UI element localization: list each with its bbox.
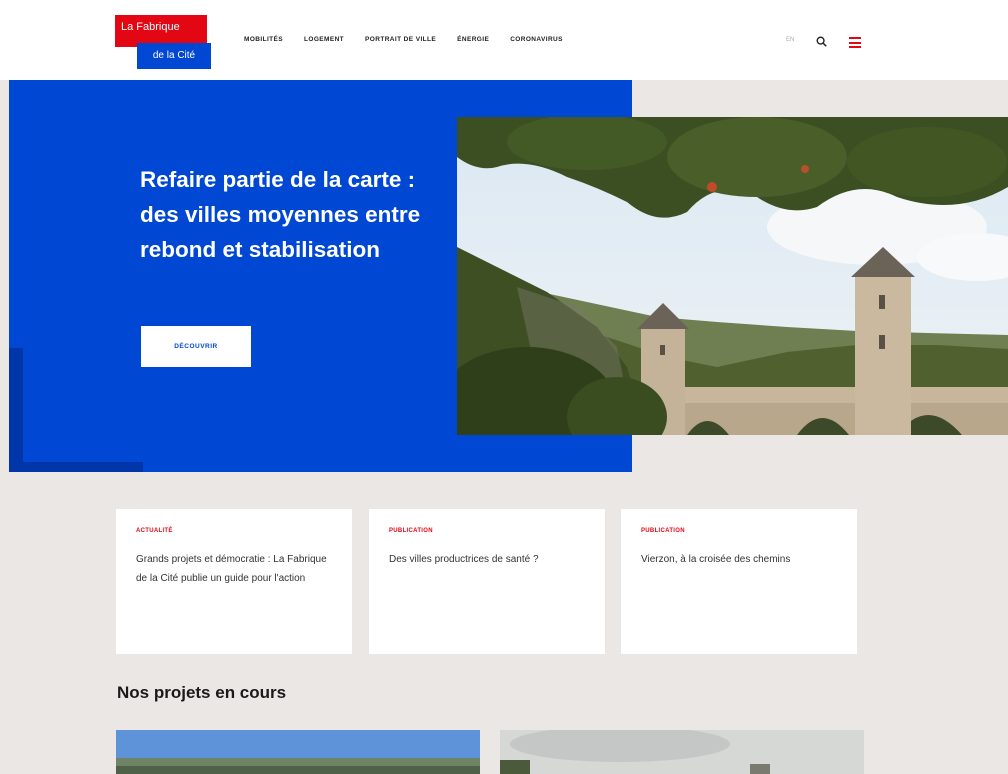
hamburger-menu-icon[interactable]: [849, 37, 861, 48]
nav-item-energie[interactable]: ÉNERGIE: [457, 36, 489, 43]
main-nav: MOBILITÉS LOGEMENT PORTRAIT DE VILLE ÉNE…: [244, 36, 563, 43]
discover-button[interactable]: DÉCOUVRIR: [141, 326, 251, 367]
search-icon[interactable]: [816, 36, 827, 47]
news-card-2[interactable]: PUBLICATION Des villes productrices de s…: [369, 509, 605, 654]
hero-accent-bar: [9, 348, 23, 472]
card-title: Grands projets et démocratie : La Fabriq…: [136, 554, 327, 584]
project-photo-1: [116, 730, 480, 774]
hero-accent-line: [9, 462, 143, 472]
news-card-3[interactable]: PUBLICATION Vierzon, à la croisée des ch…: [621, 509, 857, 654]
hero-image-bridge[interactable]: [457, 117, 1008, 435]
nav-item-logement[interactable]: LOGEMENT: [304, 36, 344, 43]
hero-title[interactable]: Refaire partie de la carte : des villes …: [140, 162, 440, 267]
project-card-image-1[interactable]: [116, 730, 480, 774]
card-title: Vierzon, à la croisée des chemins: [641, 554, 791, 565]
site-header: La Fabrique de la Cité MOBILITÉS LOGEMEN…: [0, 0, 1008, 80]
card-title: Des villes productrices de santé ?: [389, 554, 539, 565]
card-category: PUBLICATION: [389, 528, 433, 534]
nav-item-coronavirus[interactable]: CORONAVIRUS: [510, 36, 563, 43]
project-photo-2: [500, 730, 864, 774]
card-category: ACTUALITÉ: [136, 528, 173, 534]
logo-line-2: de la Cité: [137, 43, 211, 69]
news-card-1[interactable]: ACTUALITÉ Grands projets et démocratie :…: [116, 509, 352, 654]
projects-section-title: Nos projets en cours: [117, 683, 287, 702]
language-switch[interactable]: EN: [786, 37, 794, 43]
nav-item-portrait-de-ville[interactable]: PORTRAIT DE VILLE: [365, 36, 436, 43]
site-logo[interactable]: La Fabrique de la Cité: [115, 15, 211, 71]
project-card-image-2[interactable]: [500, 730, 864, 774]
bridge-photo: [457, 117, 1008, 435]
card-category: PUBLICATION: [641, 528, 685, 534]
nav-item-mobilites[interactable]: MOBILITÉS: [244, 36, 283, 43]
